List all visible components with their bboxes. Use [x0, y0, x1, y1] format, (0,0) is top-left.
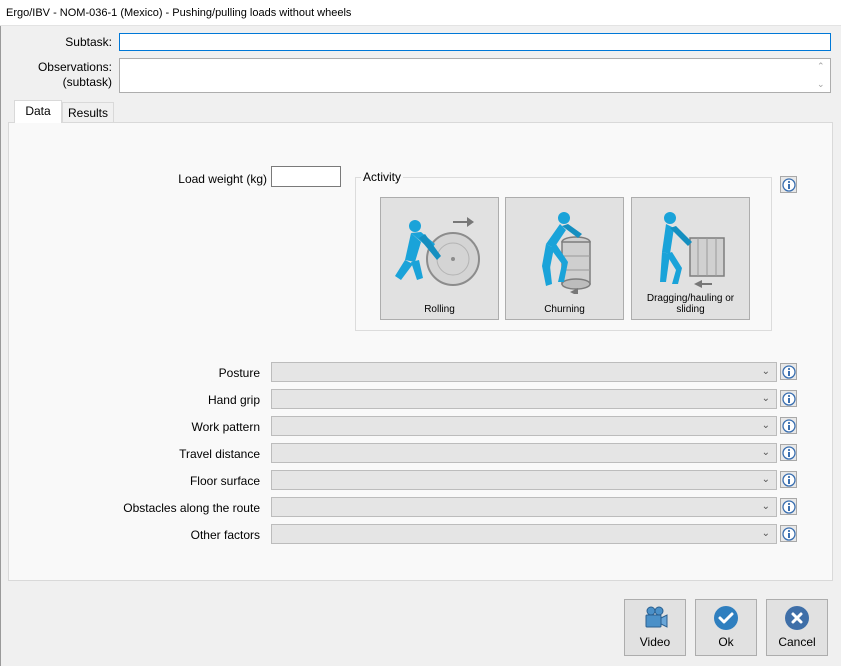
- chevron-down-icon[interactable]: ⌄: [762, 501, 770, 512]
- other-factors-label: Other factors: [190, 528, 260, 542]
- video-button[interactable]: Video: [624, 599, 686, 656]
- floor-surface-info-button[interactable]: [780, 471, 797, 488]
- chevron-down-icon[interactable]: ⌄: [762, 474, 770, 485]
- work-pattern-label: Work pattern: [191, 420, 260, 434]
- info-icon: [782, 500, 796, 514]
- travel-distance-info-button[interactable]: [780, 444, 797, 461]
- ok-button[interactable]: Ok: [695, 599, 757, 656]
- hand-grip-info-button[interactable]: [780, 390, 797, 407]
- posture-select[interactable]: ⌄: [271, 362, 777, 382]
- tab-results[interactable]: Results: [62, 102, 114, 123]
- rolling-worker-icon: [395, 217, 480, 286]
- chevron-down-icon[interactable]: ⌄: [762, 447, 770, 458]
- floor-surface-label: Floor surface: [189, 474, 260, 488]
- cancel-button[interactable]: Cancel: [766, 599, 828, 656]
- scroll-up-icon[interactable]: ⌃: [817, 61, 825, 72]
- activity-rolling-button[interactable]: Rolling: [380, 197, 499, 320]
- work-pattern-info-button[interactable]: [780, 417, 797, 434]
- churning-worker-icon: [542, 212, 591, 294]
- subtask-input[interactable]: [119, 33, 831, 51]
- other-factors-info-button[interactable]: [780, 525, 797, 542]
- dragging-worker-icon: [660, 212, 725, 288]
- activity-info-button[interactable]: [780, 176, 797, 193]
- info-icon: [782, 178, 796, 192]
- observations-sublabel: (subtask): [62, 75, 112, 89]
- window-title: Ergo/IBV - NOM-036-1 (Mexico) - Pushing/…: [0, 0, 841, 26]
- info-icon: [782, 365, 796, 379]
- video-button-label: Video: [639, 635, 671, 649]
- obstacles-info-button[interactable]: [780, 498, 797, 515]
- load-weight-input[interactable]: [271, 166, 341, 187]
- close-icon: [785, 606, 809, 630]
- activity-churning-label: Churning: [544, 304, 585, 315]
- tab-data[interactable]: Data: [14, 100, 62, 123]
- subtask-label: Subtask:: [65, 35, 112, 49]
- window-border: [0, 26, 1, 666]
- cancel-button-label: Cancel: [778, 635, 816, 649]
- observations-scrollbar[interactable]: ⌃ ⌄: [813, 59, 830, 92]
- activity-churning-button[interactable]: Churning: [505, 197, 624, 320]
- floor-surface-select[interactable]: ⌄: [271, 470, 777, 490]
- info-icon: [782, 392, 796, 406]
- checkmark-icon: [714, 606, 738, 630]
- obstacles-select[interactable]: ⌄: [271, 497, 777, 517]
- travel-distance-label: Travel distance: [179, 447, 260, 461]
- chevron-down-icon[interactable]: ⌄: [762, 528, 770, 539]
- scroll-down-icon[interactable]: ⌄: [817, 79, 825, 90]
- work-pattern-select[interactable]: ⌄: [271, 416, 777, 436]
- observations-label: Observations:: [37, 60, 112, 74]
- activity-dragging-button[interactable]: Dragging/hauling or sliding: [631, 197, 750, 320]
- info-icon: [782, 527, 796, 541]
- chevron-down-icon[interactable]: ⌄: [762, 393, 770, 404]
- obstacles-label: Obstacles along the route: [123, 501, 260, 515]
- observations-textarea[interactable]: ⌃ ⌄: [119, 58, 831, 93]
- ok-button-label: Ok: [718, 635, 734, 649]
- travel-distance-select[interactable]: ⌄: [271, 443, 777, 463]
- activity-rolling-label: Rolling: [424, 304, 455, 315]
- info-icon: [782, 446, 796, 460]
- activity-dragging-label: Dragging/hauling or sliding: [646, 293, 735, 315]
- posture-info-button[interactable]: [780, 363, 797, 380]
- info-icon: [782, 419, 796, 433]
- load-weight-label: Load weight (kg): [178, 172, 267, 186]
- info-icon: [782, 473, 796, 487]
- activity-legend: Activity: [361, 170, 404, 184]
- chevron-down-icon[interactable]: ⌄: [762, 366, 770, 377]
- other-factors-select[interactable]: ⌄: [271, 524, 777, 544]
- chevron-down-icon[interactable]: ⌄: [762, 420, 770, 431]
- hand-grip-select[interactable]: ⌄: [271, 389, 777, 409]
- video-camera-icon: [645, 606, 668, 628]
- hand-grip-label: Hand grip: [207, 393, 260, 407]
- posture-label: Posture: [218, 366, 260, 380]
